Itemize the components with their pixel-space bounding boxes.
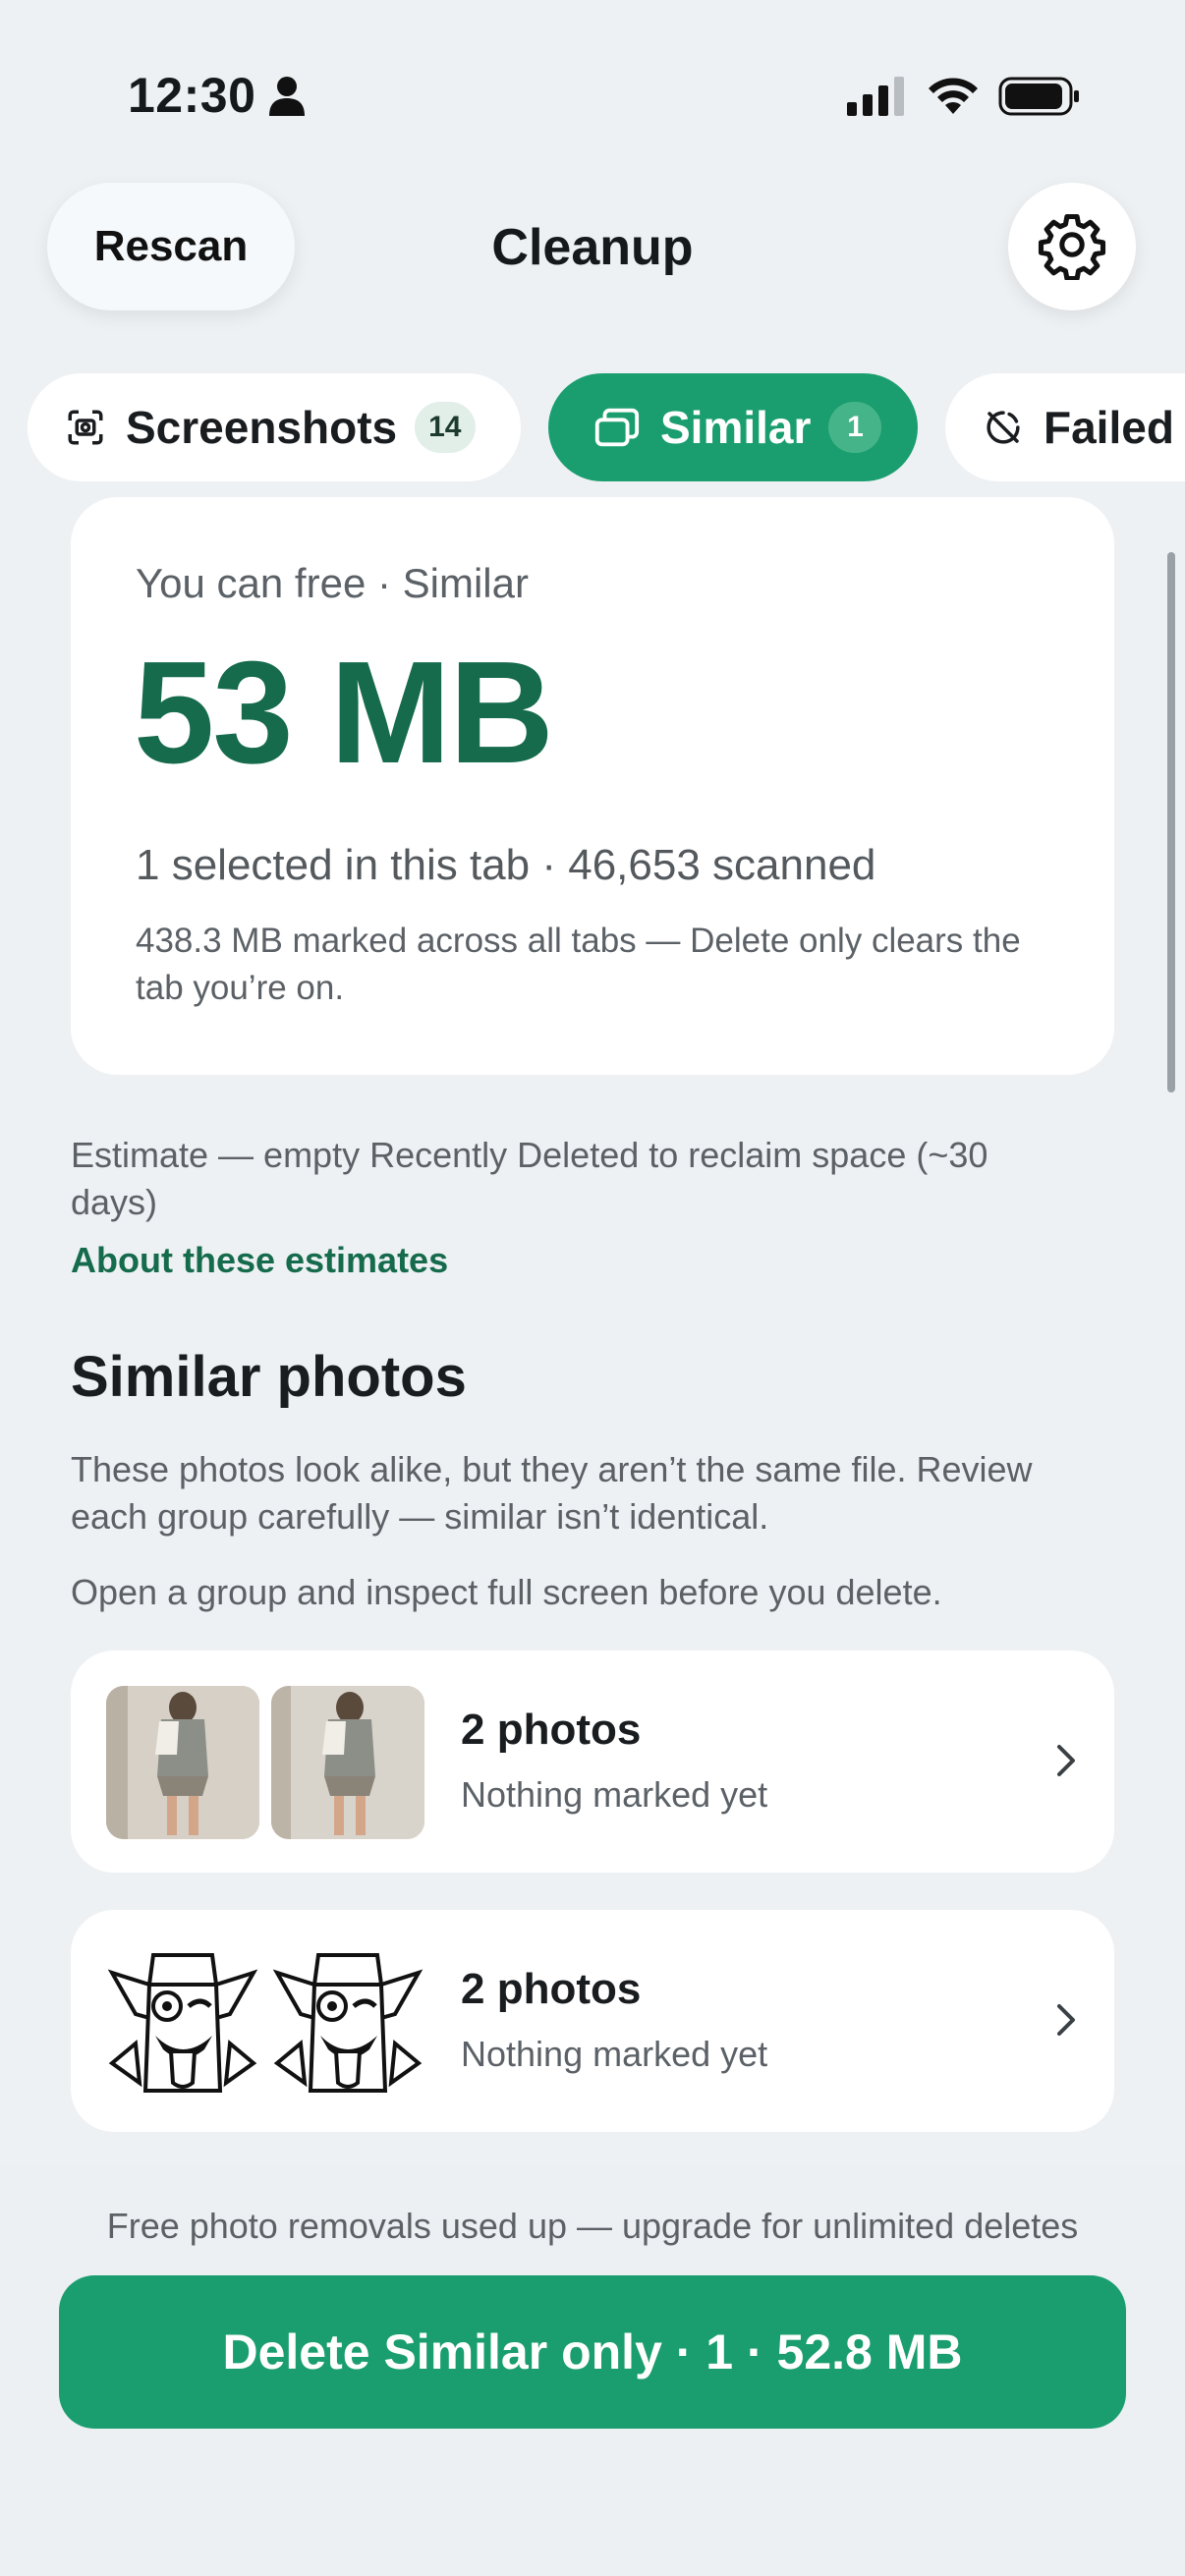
delete-similar-button[interactable]: Delete Similar only · 1 · 52.8 MB [59, 2275, 1126, 2429]
group-status: Nothing marked yet [461, 1774, 768, 1815]
photo-thumbnail [271, 1686, 424, 1839]
section-description: These photos look alike, but they aren’t… [71, 1449, 1033, 1537]
count-badge: 1 [828, 402, 882, 453]
tab-similar[interactable]: Similar 1 [548, 373, 918, 481]
chevron-right-icon [1051, 1739, 1081, 1787]
scrollbar[interactable] [1167, 552, 1175, 1092]
photo-thumbnail [106, 1686, 259, 1839]
tiki-mask-thumbnail [106, 1945, 259, 2099]
about-estimates-link[interactable]: About these estimates [71, 1240, 448, 1281]
section-title: Similar photos [71, 1345, 467, 1409]
tab-label: Screenshots [126, 402, 398, 453]
summary-note: 438.3 MB marked across all tabs — Delete… [136, 922, 1021, 1007]
gear-icon [1037, 209, 1107, 285]
cellular-signal-icon [847, 77, 906, 121]
count-badge: 14 [415, 402, 476, 453]
section-hint: Open a group and inspect full screen bef… [71, 1572, 942, 1612]
group-status: Nothing marked yet [461, 2034, 768, 2074]
similar-group-card[interactable]: 2 photos Nothing marked yet [71, 1910, 1114, 2132]
estimate-text: Estimate — empty Recently Deleted to rec… [71, 1135, 988, 1222]
status-time: 12:30 [128, 68, 256, 123]
tab-label: Failed [1044, 402, 1174, 453]
similar-icon [592, 406, 641, 449]
group-photo-count: 2 photos [461, 1706, 642, 1754]
settings-button[interactable] [1008, 183, 1136, 310]
tab-failed[interactable]: Failed [945, 373, 1185, 481]
tab-screenshots[interactable]: Screenshots 14 [28, 373, 521, 481]
failed-icon [983, 407, 1024, 448]
upgrade-note: Free photo removals used up — upgrade fo… [106, 2206, 1079, 2246]
tiki-mask-thumbnail [271, 1945, 424, 2099]
person-icon [267, 75, 307, 121]
wifi-icon [926, 75, 981, 121]
similar-group-card[interactable]: 2 photos Nothing marked yet [71, 1651, 1114, 1873]
summary-eyebrow: You can free · Similar [136, 560, 529, 606]
battery-icon [998, 77, 1081, 121]
selected-count: 1 selected in this tab · 46,653 scanned [136, 841, 876, 889]
tab-label: Similar [660, 402, 812, 453]
chevron-right-icon [1051, 1998, 1081, 2046]
screenshot-icon [65, 407, 106, 448]
free-amount: 53 MB [134, 632, 554, 794]
group-photo-count: 2 photos [461, 1965, 642, 2013]
